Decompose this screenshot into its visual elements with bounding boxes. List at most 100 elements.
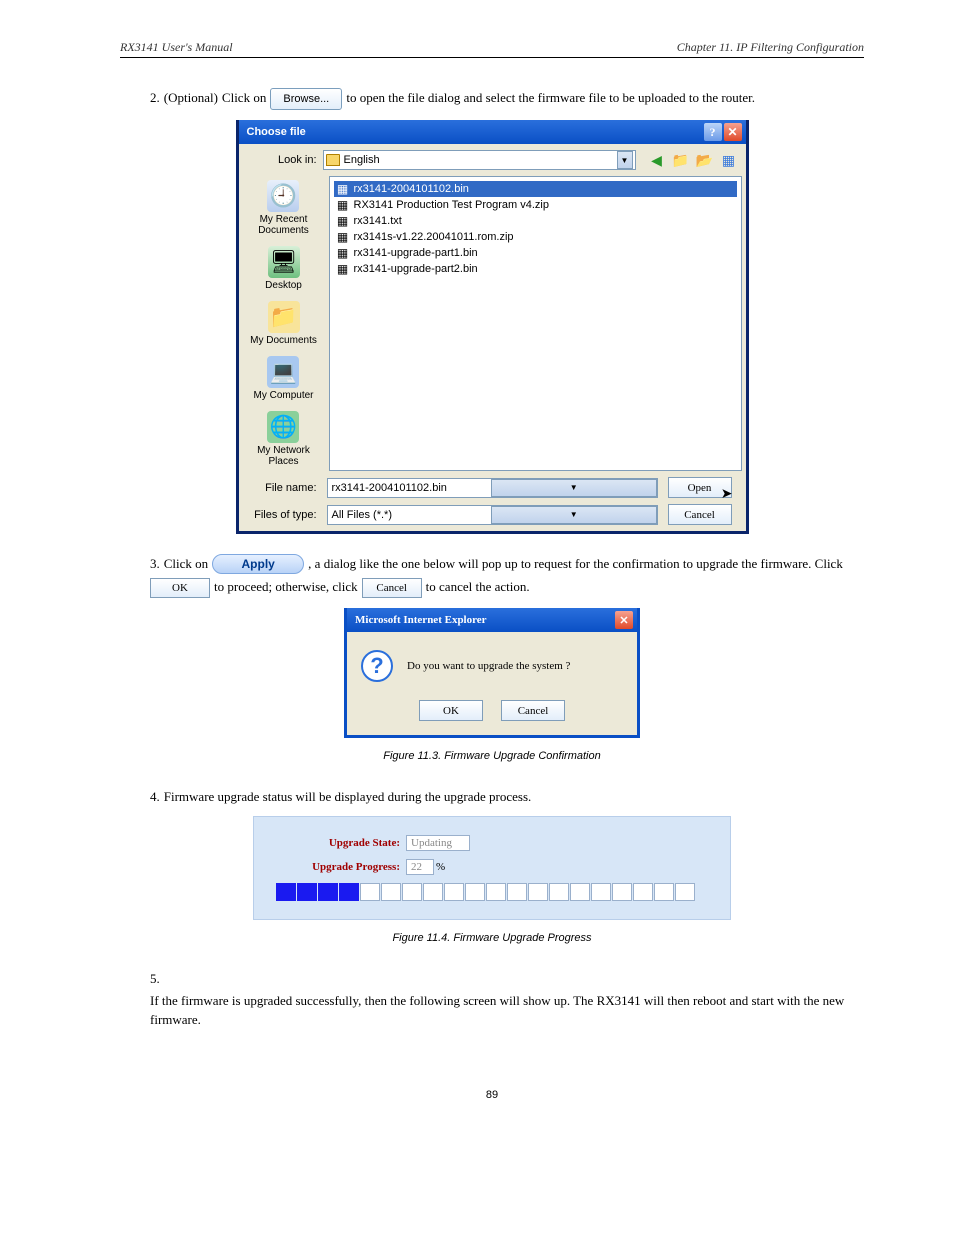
- places-item[interactable]: 💻My Computer: [253, 356, 313, 401]
- figure-caption-1: Figure 11.3. Firmware Upgrade Confirmati…: [120, 750, 864, 762]
- places-item[interactable]: 🕘My RecentDocuments: [258, 180, 309, 236]
- step-num: 5.: [150, 970, 160, 988]
- doc-header: RX3141 User's Manual Chapter 11. IP Filt…: [120, 40, 864, 58]
- file-item[interactable]: ▦ rx3141-upgrade-part1.bin: [334, 245, 737, 261]
- progress-segment: [612, 883, 632, 901]
- dialog-title: Choose file: [247, 126, 306, 138]
- progress-segment: [654, 883, 674, 901]
- up-icon[interactable]: 📁: [672, 151, 690, 169]
- step-4: 4. Firmware upgrade status will be displ…: [150, 788, 864, 806]
- file-open-dialog: Choose file ? ✕ Look in: English ▼ ◀ 📁 📂…: [236, 120, 749, 534]
- step-text: Firmware upgrade status will be displaye…: [164, 788, 532, 806]
- progress-segment: [444, 883, 464, 901]
- view-icon[interactable]: ▦: [720, 151, 738, 169]
- dropdown-arrow-icon[interactable]: ▼: [491, 479, 657, 497]
- step-text: Click on: [222, 89, 266, 107]
- dropdown-arrow-icon[interactable]: ▼: [491, 506, 657, 524]
- lookin-dropdown[interactable]: English ▼: [323, 150, 636, 170]
- progress-segment: [570, 883, 590, 901]
- cancel-button[interactable]: Cancel: [668, 504, 732, 525]
- dialog-titlebar: Choose file ? ✕: [239, 120, 746, 144]
- header-left: RX3141 User's Manual: [120, 40, 233, 55]
- place-icon: 📁: [268, 301, 300, 333]
- file-item[interactable]: ▦ rx3141s-v1.22.20041011.rom.zip: [334, 229, 737, 245]
- progress-panel: Upgrade State: Updating Upgrade Progress…: [253, 816, 731, 920]
- file-icon: ▦: [336, 214, 350, 228]
- apply-button[interactable]: Apply: [212, 554, 304, 574]
- filetype-dropdown[interactable]: All Files (*.*) ▼: [327, 505, 658, 525]
- places-item[interactable]: 🖥 Desktop: [265, 246, 302, 291]
- browse-button[interactable]: Browse...: [270, 88, 342, 110]
- progress-value: 22: [406, 859, 434, 875]
- step-text: to proceed; otherwise, click: [214, 578, 358, 596]
- confirm-message: Do you want to upgrade the system ?: [407, 660, 570, 672]
- places-bar: 🕘My RecentDocuments 🖥 Desktop 📁My Documents…: [239, 176, 329, 471]
- filename-value: rx3141-2004101102.bin: [328, 482, 492, 494]
- state-label: Upgrade State:: [276, 837, 406, 849]
- nav-icons: ◀ 📁 📂 ▦: [648, 151, 738, 169]
- step-text: (Optional): [164, 89, 218, 107]
- step-text: to open the file dialog and select the f…: [346, 89, 755, 107]
- cancel-button-inline[interactable]: Cancel: [362, 578, 422, 598]
- progress-segment: [486, 883, 506, 901]
- close-icon[interactable]: ✕: [615, 611, 633, 629]
- figure-caption-2: Figure 11.4. Firmware Upgrade Progress: [120, 932, 864, 944]
- file-name: rx3141s-v1.22.20041011.rom.zip: [354, 231, 514, 243]
- place-label: My Computer: [253, 390, 313, 401]
- step-text: If the firmware is upgraded successfully…: [150, 992, 864, 1028]
- confirm-title: Microsoft Internet Explorer: [355, 614, 487, 626]
- help-button[interactable]: ?: [704, 123, 722, 141]
- step-text: to cancel the action.: [426, 578, 530, 596]
- confirm-titlebar: Microsoft Internet Explorer ✕: [347, 608, 637, 632]
- progress-segment: [465, 883, 485, 901]
- place-label: My NetworkPlaces: [257, 445, 310, 467]
- file-item[interactable]: ▦rx3141-2004101102.bin: [334, 181, 737, 197]
- close-button[interactable]: ✕: [724, 123, 742, 141]
- step-num: 3.: [150, 555, 160, 573]
- place-icon: 🖥: [268, 246, 300, 278]
- place-label: My RecentDocuments: [258, 214, 309, 236]
- file-icon: ▦: [336, 246, 350, 260]
- file-icon: ▦: [336, 262, 350, 276]
- file-name: rx3141-upgrade-part1.bin: [354, 247, 478, 259]
- folder-icon: [326, 154, 340, 166]
- progress-segment: [675, 883, 695, 901]
- newfolder-icon[interactable]: 📂: [696, 151, 714, 169]
- filename-input[interactable]: rx3141-2004101102.bin ▼: [327, 478, 658, 498]
- file-name: rx3141-upgrade-part2.bin: [354, 263, 478, 275]
- back-icon[interactable]: ◀: [648, 151, 666, 169]
- confirm-ok-button[interactable]: OK: [419, 700, 483, 721]
- places-item[interactable]: 📁My Documents: [250, 301, 317, 346]
- file-item[interactable]: ▦rx3141.txt: [334, 213, 737, 229]
- filetype-value: All Files (*.*): [328, 509, 492, 521]
- step-num: 2.: [150, 89, 160, 107]
- place-icon: 🌐: [267, 411, 299, 443]
- lookin-row: Look in: English ▼ ◀ 📁 📂 ▦: [239, 144, 746, 176]
- open-button[interactable]: Open ➤: [668, 477, 732, 498]
- places-item[interactable]: 🌐My NetworkPlaces: [257, 411, 310, 467]
- dropdown-arrow-icon[interactable]: ▼: [617, 151, 633, 169]
- progress-segment: [633, 883, 653, 901]
- progress-segment: [402, 883, 422, 901]
- confirm-cancel-button[interactable]: Cancel: [501, 700, 565, 721]
- lookin-value: English: [344, 154, 617, 166]
- ok-button-inline[interactable]: OK: [150, 578, 210, 598]
- step-text: , a dialog like the one below will pop u…: [308, 555, 843, 573]
- place-label: Desktop: [265, 280, 302, 291]
- place-icon: 🕘: [267, 180, 299, 212]
- lookin-label: Look in:: [247, 154, 317, 166]
- progress-segment: [381, 883, 401, 901]
- file-list[interactable]: ▦rx3141-2004101102.bin▦RX3141 Production…: [329, 176, 742, 471]
- filename-label: File name:: [247, 482, 317, 494]
- page-number: 89: [120, 1089, 864, 1101]
- progress-segment: [339, 883, 359, 901]
- step-num: 4.: [150, 788, 160, 806]
- file-item[interactable]: ▦RX3141 Production Test Program v4.zip: [334, 197, 737, 213]
- file-item[interactable]: ▦ rx3141-upgrade-part2.bin: [334, 261, 737, 277]
- file-icon: ▦: [336, 230, 350, 244]
- progress-segment: [591, 883, 611, 901]
- file-name: RX3141 Production Test Program v4.zip: [354, 199, 549, 211]
- file-icon: ▦: [336, 182, 350, 196]
- progress-segment: [549, 883, 569, 901]
- progress-segment: [507, 883, 527, 901]
